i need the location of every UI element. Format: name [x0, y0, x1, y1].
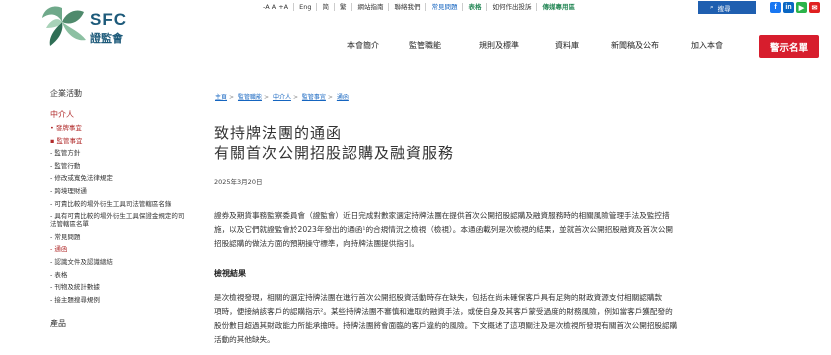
sidebar-item-supervision[interactable]: ▪ 監管事宜 — [50, 137, 200, 145]
nav-careers[interactable]: 加入本會 — [691, 40, 747, 51]
social-links: f in ▶ ✉ — [770, 2, 820, 13]
contact-link[interactable]: 聯絡我們 — [389, 3, 427, 11]
search-label: 搜尋 — [717, 4, 731, 13]
sidebar-item-approach[interactable]: - 監管方針 — [50, 149, 200, 157]
sidebar-item-topics[interactable]: - 接主題搜尋規例 — [50, 296, 200, 304]
search-button[interactable]: ⌕ 搜尋 — [698, 1, 756, 14]
sidebar: 企業活動 中介人 • 發牌事宜 ▪ 監管事宜 - 監管方針 - 監管行動 - 修… — [50, 88, 200, 329]
intro-line-3: 招股認購的做法方面的預期操守標準，向持牌法團提供指引。 — [214, 239, 420, 248]
bauhinia-logo-icon — [42, 6, 86, 46]
sidebar-item-consultation[interactable]: - 認識文件及認識總結 — [50, 258, 200, 266]
sitemap-link[interactable]: 網站指南 — [352, 3, 390, 11]
sidebar-item-faq[interactable]: - 常見問題 — [50, 233, 200, 241]
section-heading: 檢視結果 — [214, 269, 246, 278]
sidebar-item-licensing[interactable]: • 發牌事宜 — [50, 124, 200, 132]
sidebar-item-wmc[interactable]: - 跨境理財通 — [50, 187, 200, 195]
sidebar-item-actions[interactable]: - 監管行動 — [50, 162, 200, 170]
utility-bar: -A A +A Eng 简 繁 網站指南 聯絡我們 常見問題 表格 如何作出投訴… — [258, 0, 580, 14]
breadcrumb-home[interactable]: 主頁 — [215, 94, 227, 101]
media-link[interactable]: 傳媒專用區 — [537, 3, 580, 11]
logo-name: 證監會 — [90, 32, 123, 45]
page-title: 致持牌法團的通函 有關首次公開招股認購及融資服務 — [214, 123, 454, 163]
logo-abbr: SFC — [90, 10, 127, 29]
faq-link[interactable]: 常見問題 — [426, 3, 464, 11]
nav-database[interactable]: 資料庫 — [555, 40, 611, 51]
nav-regulatory-functions[interactable]: 監管職能 — [409, 40, 479, 51]
findings-line-1: 是次檢視發現，相關的選定持牌法團在進行首次公開招股資活動時存在缺失，包括在尚未確… — [214, 293, 663, 302]
breadcrumb: 主頁 > 監管職能 > 中介人 > 監管事宜 > 通函 — [215, 94, 349, 101]
findings-line-3: 股份數目超過其財政能力所能承擔時。持牌法團將會面臨的客戶違約的風險。下文概述了這… — [214, 321, 678, 330]
publish-date: 2025年3月20日 — [214, 178, 263, 186]
nav-about[interactable]: 本會簡介 — [347, 40, 409, 51]
findings-line-4: 活動的其他缺失。 — [214, 335, 275, 344]
intro-paragraph: 證券及期貨事務監察委員會（證監會）近日完成對數家選定持牌法團在提供首次公開招股認… — [214, 209, 814, 251]
nav-rules-standards[interactable]: 規則及標準 — [479, 40, 555, 51]
breadcrumb-regulatory[interactable]: 監管職能 — [238, 94, 262, 101]
findings-paragraph: 是次檢視發現，相關的選定持牌法團在進行首次公開招股資活動時存在缺失，包括在尚未確… — [214, 291, 814, 347]
search-icon: ⌕ — [710, 3, 714, 11]
sidebar-item-circulars[interactable]: - 通函 — [50, 245, 200, 253]
sidebar-item-otc-margin[interactable]: - 具有可責比較的場外衍生工具保證金規定的司法管轄區名單 — [50, 212, 190, 228]
breadcrumb-supervision[interactable]: 監管事宜 — [302, 94, 326, 101]
sidebar-item-forms[interactable]: - 表格 — [50, 271, 200, 279]
findings-line-2: 項時，便接納該客戶的認購指示²。某些持牌法團不審慎和進取的融資手法，或使自身及其… — [214, 307, 673, 316]
forms-link[interactable]: 表格 — [463, 3, 488, 11]
intro-line-2: 施，以及它們就證監會於2023年發出的通函¹的合規情況之檢視（檢視）。本通函載列… — [214, 225, 674, 234]
lang-traditional[interactable]: 繁 — [335, 3, 353, 11]
title-line-2: 有關首次公開招股認購及融資服務 — [214, 144, 455, 162]
nav-news[interactable]: 新聞稿及公布 — [611, 40, 691, 51]
title-line-1: 致持牌法團的通函 — [214, 124, 343, 142]
youtube-icon[interactable]: ✉ — [809, 2, 820, 13]
breadcrumb-circulars[interactable]: 通函 — [337, 94, 349, 101]
font-size-control[interactable]: -A A +A — [258, 3, 295, 11]
intro-line-1: 證券及期貨事務監察委員會（證監會）近日完成對數家選定持牌法團在提供首次公開招股認… — [214, 211, 670, 220]
lang-english[interactable]: Eng — [294, 3, 318, 11]
linkedin-icon[interactable]: in — [783, 2, 794, 13]
lang-simplified[interactable]: 简 — [317, 3, 335, 11]
sidebar-products[interactable]: 產品 — [50, 318, 200, 329]
sfc-logo[interactable]: SFC 證監會 — [36, 2, 146, 52]
sidebar-item-otc-jurisdictions[interactable]: - 可責比較的場外衍生工具司法管轄區名錄 — [50, 200, 190, 208]
complaint-link[interactable]: 如何作出投訴 — [487, 3, 538, 11]
sidebar-section-title[interactable]: 企業活動 — [50, 88, 200, 99]
main-nav: 本會簡介 監管職能 規則及標準 資料庫 新聞稿及公布 加入本會 — [347, 40, 747, 51]
breadcrumb-intermediaries[interactable]: 中介人 — [273, 94, 291, 101]
alert-list-button[interactable]: 警示名單 — [759, 35, 819, 58]
sidebar-item-publications[interactable]: - 刊物及統計數據 — [50, 283, 200, 291]
wechat-icon[interactable]: ▶ — [796, 2, 807, 13]
sidebar-item-waivers[interactable]: - 修改或寬免法律規定 — [50, 174, 200, 182]
facebook-icon[interactable]: f — [770, 2, 781, 13]
sidebar-current[interactable]: 中介人 — [50, 109, 200, 120]
